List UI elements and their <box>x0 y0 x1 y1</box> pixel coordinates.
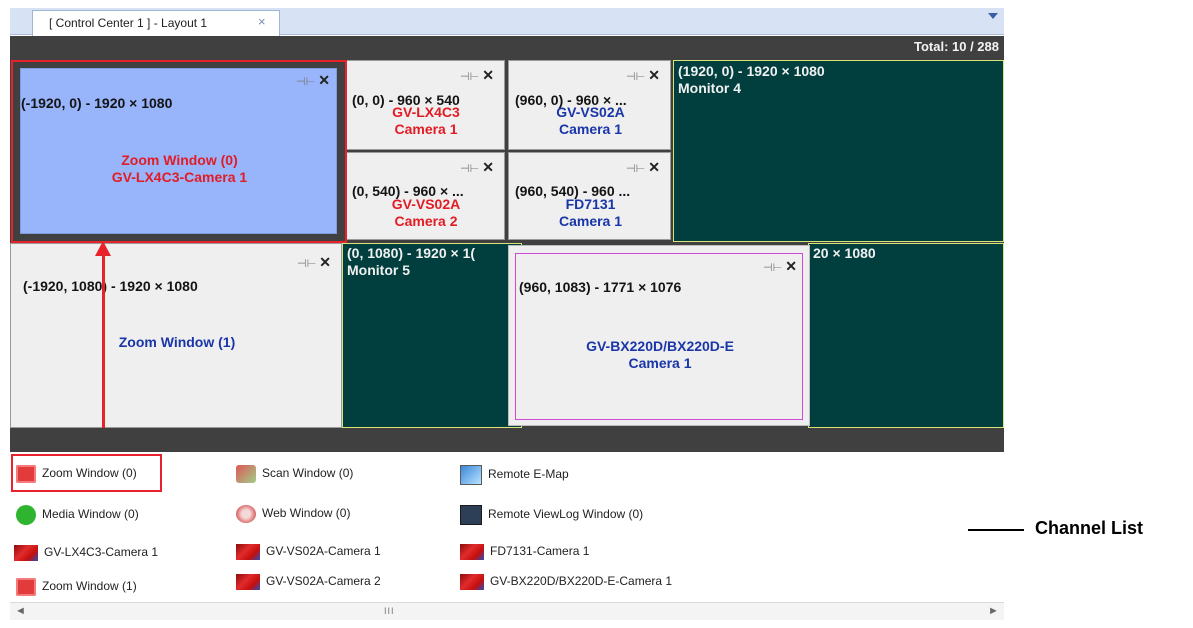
layout-toolbar <box>10 36 1004 58</box>
zoom-window-1-title: Zoom Window (1) <box>118 334 236 350</box>
scroll-right-icon[interactable]: ► <box>988 605 999 617</box>
channel-list-callout: Channel List <box>1035 518 1144 538</box>
camera-icon <box>236 544 260 560</box>
close-icon[interactable]: ✕ <box>319 254 331 270</box>
annotation-arrow-head <box>95 241 111 256</box>
camera-cell-fd7131[interactable]: ⊣⊢ ✕ (960, 540) - 960 ... FD7131 Camera … <box>508 152 671 240</box>
camera-cell-lx4c3[interactable]: ⊣⊢ ✕ (0, 0) - 960 × 540 GV-LX4C3 Camera … <box>345 60 505 150</box>
viewlog-icon <box>460 505 482 525</box>
list-item-camera[interactable]: GV-LX4C3-Camera 1 <box>14 545 158 561</box>
floating-window-coords: (960, 1083) - 1771 × 1076 <box>519 279 682 295</box>
list-item-zoom-window-1[interactable]: Zoom Window (1) <box>16 578 137 596</box>
monitor-6[interactable]: 20 × 1080 <box>808 243 1004 428</box>
monitor-6-coords: 20 × 1080 <box>813 245 876 261</box>
cell-camera-name: Camera 2 <box>394 213 458 229</box>
floating-window-camera: Camera 1 <box>628 355 692 371</box>
monitor-5[interactable]: (0, 1080) - 1920 × 1( Monitor 5 <box>342 243 522 428</box>
camera-cell-vs02a-1[interactable]: ⊣⊢ ✕ (960, 0) - 960 × ... GV-VS02A Camer… <box>508 60 671 150</box>
list-item-camera[interactable]: GV-VS02A-Camera 1 <box>236 544 381 560</box>
monitor-4-coords: (1920, 0) - 1920 × 1080 <box>678 63 825 79</box>
list-item-camera[interactable]: FD7131-Camera 1 <box>460 544 589 560</box>
annotation-arrow-line <box>102 256 105 456</box>
web-icon <box>236 505 256 523</box>
scroll-left-icon[interactable]: ◄ <box>15 605 26 617</box>
list-item-remote-emap[interactable]: Remote E-Map <box>460 465 569 485</box>
tab-layout-1[interactable]: [ Control Center 1 ] - Layout 1 <box>32 10 280 36</box>
monitor-5-label: Monitor 5 <box>347 262 410 278</box>
pin-icon[interactable]: ⊣⊢ <box>763 262 782 274</box>
cell-source-name: FD7131 <box>565 196 616 212</box>
camera-icon <box>460 544 484 560</box>
list-item-scan-window[interactable]: Scan Window (0) <box>236 465 353 483</box>
play-icon <box>16 505 36 525</box>
list-item-camera[interactable]: GV-VS02A-Camera 2 <box>236 574 381 590</box>
list-item-media-window[interactable]: Media Window (0) <box>16 505 139 525</box>
total-count: Total: 10 / 288 <box>913 39 999 54</box>
list-item-camera[interactable]: GV-BX220D/BX220D-E-Camera 1 <box>460 574 672 590</box>
pin-icon[interactable]: ⊣⊢ <box>460 163 479 175</box>
highlight-zoom-window-box <box>11 60 347 243</box>
callout-line <box>968 529 1024 531</box>
zoom-window-1-coords: (-1920, 1080) - 1920 × 1080 <box>23 278 198 294</box>
close-icon[interactable]: ✕ <box>482 159 494 175</box>
horizontal-scrollbar[interactable] <box>10 602 1004 620</box>
tab-close-icon[interactable]: × <box>258 14 266 29</box>
cell-camera-name: Camera 1 <box>558 213 623 229</box>
close-icon[interactable]: ✕ <box>482 67 494 83</box>
list-item-web-window[interactable]: Web Window (0) <box>236 505 350 523</box>
monitor-4[interactable]: (1920, 0) - 1920 × 1080 Monitor 4 <box>673 60 1004 242</box>
tab-title: [ Control Center 1 ] - Layout 1 <box>49 16 208 30</box>
tab-dropdown-icon[interactable] <box>988 13 998 19</box>
monitor-5-coords: (0, 1080) - 1920 × 1( <box>347 245 476 261</box>
camera-cell-vs02a-2[interactable]: ⊣⊢ ✕ (0, 540) - 960 × ... GV-VS02A Camer… <box>345 152 505 240</box>
emap-icon <box>460 465 482 485</box>
floating-camera-window[interactable]: ⊣⊢ ✕ (960, 1083) - 1771 × 1076 GV-BX220D… <box>508 245 810 426</box>
camera-icon <box>460 574 484 590</box>
floating-window-source: GV-BX220D/BX220D-E <box>586 338 734 354</box>
cell-source-name: GV-LX4C3 <box>392 104 460 120</box>
cell-source-name: GV-VS02A <box>391 196 461 212</box>
close-icon[interactable]: ✕ <box>648 159 660 175</box>
close-icon[interactable]: ✕ <box>648 67 660 83</box>
highlight-zoom-window-item <box>11 454 162 492</box>
pin-icon[interactable]: ⊣⊢ <box>460 71 479 83</box>
monitor-4-label: Monitor 4 <box>678 80 741 96</box>
scroll-thumb-grip[interactable]: III <box>384 606 395 616</box>
pin-icon[interactable]: ⊣⊢ <box>297 258 316 270</box>
scan-window-icon <box>236 465 256 483</box>
list-item-remote-viewlog[interactable]: Remote ViewLog Window (0) <box>460 505 643 525</box>
cell-camera-name: Camera 1 <box>558 121 623 137</box>
zoom-window-1-cell[interactable]: ⊣⊢ ✕ (-1920, 1080) - 1920 × 1080 Zoom Wi… <box>10 243 342 428</box>
pin-icon[interactable]: ⊣⊢ <box>626 163 645 175</box>
camera-icon <box>14 545 38 561</box>
close-icon[interactable]: ✕ <box>785 258 797 274</box>
cell-camera-name: Camera 1 <box>394 121 458 137</box>
channel-list-header <box>10 428 1004 452</box>
pin-icon[interactable]: ⊣⊢ <box>626 71 645 83</box>
cell-source-name: GV-VS02A <box>556 104 625 120</box>
zoom-window-icon <box>16 578 36 596</box>
camera-icon <box>236 574 260 590</box>
